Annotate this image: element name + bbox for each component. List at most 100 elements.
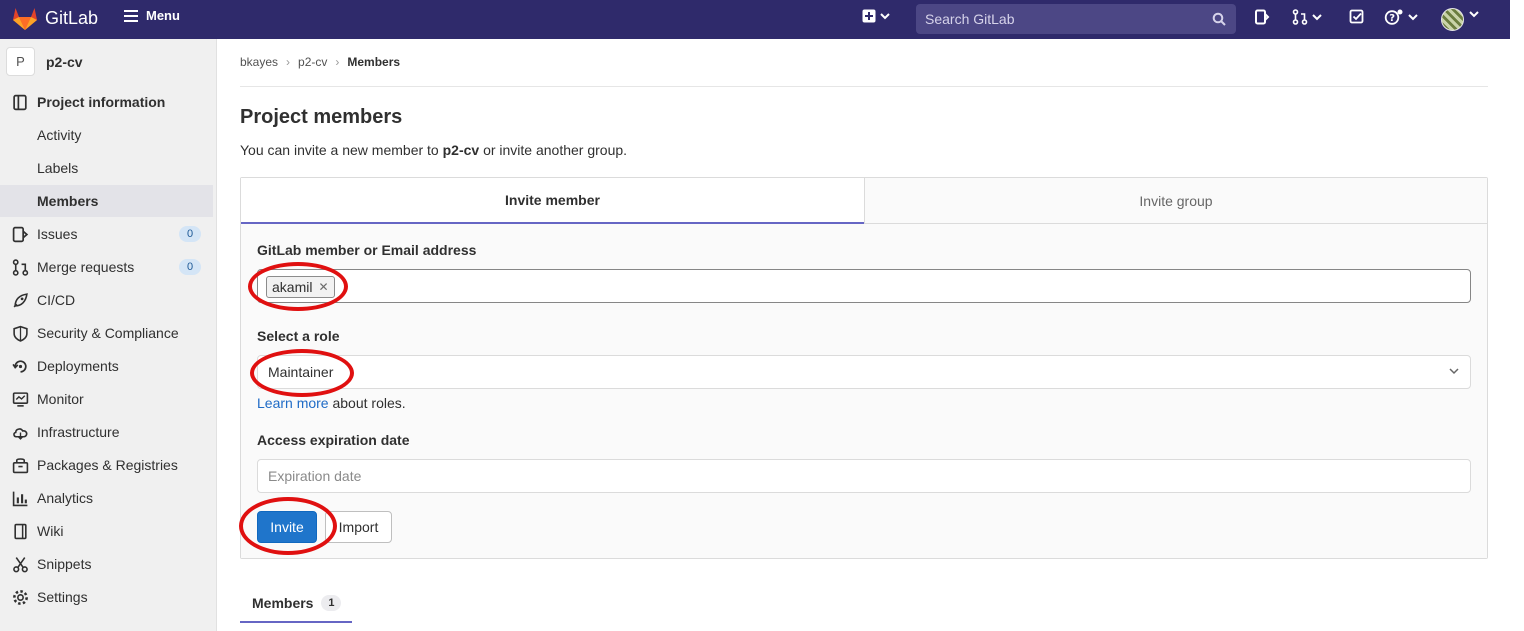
- tanuki-icon: [13, 8, 37, 30]
- sidebar-item-activity[interactable]: Activity: [0, 119, 213, 151]
- project-avatar: P: [6, 47, 35, 76]
- todos-nav-button[interactable]: [1349, 9, 1365, 25]
- role-select-value: Maintainer: [268, 364, 334, 380]
- member-field-label: GitLab member or Email address: [257, 242, 477, 258]
- deployments-icon: [12, 360, 27, 373]
- help-nav-button[interactable]: ?: [1384, 9, 1419, 25]
- breadcrumb-separator-icon: ›: [286, 55, 291, 69]
- search-icon: [1212, 12, 1226, 26]
- sidebar-item-settings[interactable]: Settings: [0, 581, 213, 613]
- invite-button[interactable]: Invite: [257, 511, 317, 543]
- sidebar-item-label: CI/CD: [37, 292, 76, 308]
- member-token-label: akamil: [272, 279, 313, 295]
- sidebar-item-label: Activity: [37, 127, 82, 143]
- chevron-down-icon: [880, 13, 890, 20]
- project-header[interactable]: P p2-cv: [6, 47, 83, 76]
- svg-text:?: ?: [1389, 13, 1395, 24]
- breadcrumb-current[interactable]: Members: [347, 55, 400, 69]
- sidebar-item-label: Deployments: [37, 358, 119, 374]
- sidebar-item-labels[interactable]: Labels: [0, 152, 213, 184]
- sidebar-item-snippets[interactable]: Snippets: [0, 548, 213, 580]
- user-menu-chevron[interactable]: [1468, 9, 1480, 19]
- sidebar-item-project-information[interactable]: Project information: [0, 86, 213, 118]
- expiration-placeholder: Expiration date: [268, 468, 362, 484]
- issues-nav-button[interactable]: [1254, 9, 1270, 25]
- member-token: akamil ✕: [266, 276, 335, 298]
- tab-invite-group[interactable]: Invite group: [864, 178, 1487, 224]
- breadcrumb-item[interactable]: bkayes: [240, 55, 278, 69]
- sidebar-item-label: Settings: [37, 589, 88, 605]
- helper-suffix: about roles.: [328, 395, 406, 411]
- sidebar-item-infrastructure[interactable]: Infrastructure: [0, 416, 213, 448]
- sidebar-item-merge-requests[interactable]: Merge requests 0: [0, 251, 213, 283]
- invite-form: GitLab member or Email address akamil ✕ …: [241, 224, 1487, 558]
- tab-members[interactable]: Members 1: [240, 585, 352, 623]
- rocket-icon: [13, 293, 28, 308]
- project-sidebar: P p2-cv Project information Activity Lab…: [0, 39, 217, 631]
- gitlab-logo[interactable]: GitLab: [12, 6, 98, 31]
- invite-card: Invite member Invite group GitLab member…: [240, 177, 1488, 559]
- cloud-icon: [13, 428, 28, 440]
- breadcrumb-item[interactable]: p2-cv: [298, 55, 327, 69]
- logo-text: GitLab: [45, 8, 99, 28]
- merge-request-icon: [12, 259, 29, 276]
- tab-invite-member[interactable]: Invite member: [241, 178, 864, 224]
- page-title: Project members: [240, 106, 403, 128]
- shield-icon: [13, 325, 28, 342]
- sidebar-item-label: Merge requests: [37, 259, 135, 275]
- package-icon: [12, 458, 29, 474]
- chevron-down-icon: [1312, 14, 1322, 21]
- sidebar-item-label: Snippets: [37, 556, 92, 572]
- role-field-label: Select a role: [257, 328, 340, 344]
- sidebar-item-monitor[interactable]: Monitor: [0, 383, 213, 415]
- close-icon[interactable]: ✕: [318, 280, 328, 294]
- expiration-field-label: Access expiration date: [257, 432, 410, 448]
- menu-button[interactable]: Menu: [124, 8, 180, 23]
- help-icon: ?: [1384, 9, 1403, 25]
- todo-icon: [1349, 9, 1364, 24]
- sidebar-item-label: Infrastructure: [37, 424, 120, 440]
- user-avatar[interactable]: [1441, 8, 1464, 31]
- sidebar-item-deployments[interactable]: Deployments: [0, 350, 213, 382]
- book-icon: [14, 523, 27, 540]
- sidebar-item-label: Monitor: [37, 391, 84, 407]
- sidebar-item-issues[interactable]: Issues 0: [0, 218, 213, 250]
- sidebar-item-label: Issues: [37, 226, 78, 242]
- members-count-badge: 1: [321, 595, 342, 611]
- chevron-down-icon: [1408, 14, 1418, 21]
- sidebar-item-wiki[interactable]: Wiki: [0, 515, 213, 547]
- sidebar-item-label: Security & Compliance: [37, 325, 179, 341]
- sidebar-item-analytics[interactable]: Analytics: [0, 482, 213, 514]
- member-token-input[interactable]: akamil ✕: [257, 269, 1471, 303]
- import-button[interactable]: Import: [325, 511, 392, 543]
- role-helper-text: Learn more about roles.: [257, 395, 406, 411]
- sidebar-item-label: Project information: [37, 94, 166, 110]
- page-intro: You can invite a new member to p2-cv or …: [240, 142, 627, 158]
- sidebar-item-label: Labels: [37, 160, 79, 176]
- monitor-icon: [12, 392, 29, 407]
- expiration-date-input[interactable]: Expiration date: [257, 459, 1471, 493]
- sidebar-item-label: Packages & Registries: [37, 457, 178, 473]
- learn-more-link[interactable]: Learn more: [257, 395, 329, 411]
- menu-label: Menu: [146, 8, 180, 23]
- merge-requests-nav-button[interactable]: [1292, 9, 1323, 25]
- intro-text: or invite another group.: [479, 142, 628, 158]
- sidebar-item-members[interactable]: Members: [0, 185, 213, 217]
- search-placeholder: Search GitLab: [925, 11, 1015, 27]
- top-navbar: GitLab Menu Search GitLab ?: [0, 0, 1510, 39]
- gear-icon: [13, 590, 28, 605]
- new-dropdown-button[interactable]: [862, 9, 891, 23]
- sidebar-item-ci-cd[interactable]: CI/CD: [0, 284, 213, 316]
- issues-icon: [12, 226, 29, 243]
- sidebar-item-packages-registries[interactable]: Packages & Registries: [0, 449, 213, 481]
- info-icon: [13, 94, 27, 111]
- sidebar-item-label: Wiki: [37, 523, 64, 539]
- plus-icon: [862, 9, 876, 23]
- intro-project: p2-cv: [442, 142, 480, 158]
- breadcrumb-separator-icon: ›: [335, 55, 340, 69]
- project-name: p2-cv: [46, 53, 83, 70]
- search-input[interactable]: Search GitLab: [916, 4, 1236, 34]
- sidebar-item-security-compliance[interactable]: Security & Compliance: [0, 317, 213, 349]
- role-select[interactable]: Maintainer: [257, 355, 1471, 389]
- breadcrumb: bkayes › p2-cv › Members: [240, 55, 400, 69]
